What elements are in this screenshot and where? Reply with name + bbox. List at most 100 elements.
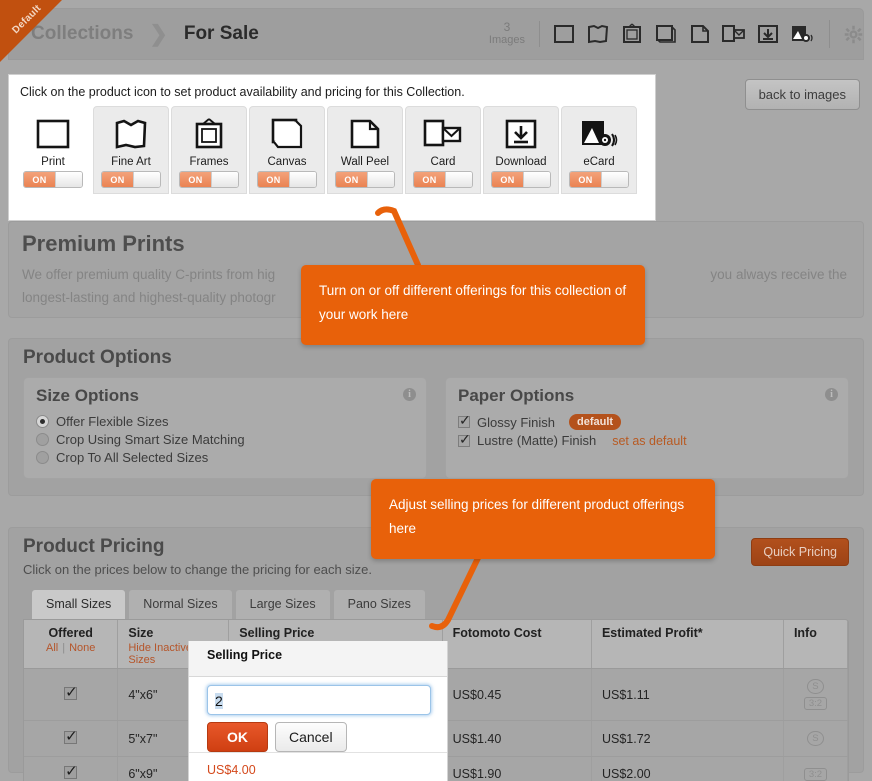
selling-price-editor-header: Selling Price — [189, 641, 447, 677]
print-icon[interactable] — [550, 22, 577, 47]
checkbox-label: Glossy Finish — [477, 414, 556, 430]
product-toggle-print[interactable]: ON — [23, 171, 83, 188]
image-count-number: 3 — [503, 20, 511, 34]
tab-pano-sizes[interactable]: Pano Sizes — [332, 589, 426, 619]
product-tile-print[interactable]: Print ON — [15, 106, 91, 194]
product-tile-ecard[interactable]: eCard ON — [561, 106, 637, 194]
toggle-on-label: ON — [414, 172, 445, 187]
frames-icon — [186, 113, 232, 155]
product-options-section: Product Options i Size Options Offer Fle… — [8, 338, 864, 496]
product-tile-label: Fine Art — [111, 156, 151, 168]
cell-offered[interactable] — [24, 668, 119, 721]
radio-offer-flexible-sizes[interactable]: Offer Flexible Sizes — [36, 414, 414, 429]
image-count: 3 Images — [481, 21, 540, 47]
product-panel-hint: Click on the product icon to set product… — [20, 85, 465, 99]
ecard-icon[interactable] — [788, 22, 815, 47]
product-toggle-ecard[interactable]: ON — [569, 171, 629, 188]
row-checkbox[interactable] — [64, 762, 78, 780]
card-icon[interactable] — [720, 22, 747, 47]
frames-icon[interactable] — [618, 22, 645, 47]
info-icon[interactable]: i — [403, 388, 416, 401]
product-toggle-wall-peel[interactable]: ON — [335, 171, 395, 188]
size-options-panel: i Size Options Offer Flexible Sizes Crop… — [23, 377, 427, 479]
set-as-default-link[interactable]: set as default — [612, 434, 686, 448]
selling-price-rows-highlight: US$4.00 US$5.00 — [189, 752, 447, 781]
col-offered: Offered All | None — [24, 620, 119, 669]
breadcrumb-collections[interactable]: Collections — [31, 23, 133, 45]
select-none-link[interactable]: None — [69, 642, 95, 654]
radio-indicator — [36, 415, 49, 428]
toggle-knob — [289, 172, 316, 187]
breadcrumb-current: For Sale — [183, 23, 259, 44]
product-tile-label: Frames — [189, 156, 229, 168]
default-badge: default — [569, 414, 622, 430]
row-checkbox[interactable] — [64, 727, 78, 745]
toggle-knob — [523, 172, 550, 187]
tab-large-sizes[interactable]: Large Sizes — [234, 589, 331, 619]
options-panels: i Size Options Offer Flexible Sizes Crop… — [9, 369, 863, 479]
premium-body-line1-tail: you always receive the — [710, 267, 847, 282]
checkbox-lustre-matte-finish[interactable]: Lustre (Matte) Finish set as default — [458, 431, 836, 448]
product-availability-panel: Click on the product icon to set product… — [8, 74, 656, 221]
radio-label: Offer Flexible Sizes — [56, 414, 169, 429]
download-icon[interactable] — [754, 22, 781, 47]
wall-peel-icon — [342, 113, 388, 155]
app-root: Collections ❯ For Sale 3 Images Default … — [0, 0, 872, 781]
card-icon — [420, 113, 466, 155]
checkbox-indicator — [458, 431, 471, 448]
radio-crop-smart-size-matching[interactable]: Crop Using Smart Size Matching — [36, 432, 414, 447]
product-tile-card[interactable]: Card ON — [405, 106, 481, 194]
fine-art-icon[interactable] — [584, 22, 611, 47]
selling-price-editor-body: 2 OK Cancel — [189, 677, 447, 752]
gear-icon — [844, 25, 863, 43]
selling-price-row-2[interactable]: US$4.00 — [189, 752, 447, 781]
settings-gear[interactable] — [829, 20, 863, 48]
cell-cost: US$1.90 — [442, 756, 592, 781]
tab-small-sizes[interactable]: Small Sizes — [31, 589, 127, 619]
badge-ratio: 3:2 — [803, 768, 828, 781]
paper-options-title: Paper Options — [458, 386, 575, 405]
radio-crop-all-selected-sizes[interactable]: Crop To All Selected Sizes — [36, 450, 414, 465]
selling-price-editor: Selling Price 2 OK Cancel US$4.00 US$5.0… — [188, 641, 448, 781]
cell-info: S 3:2 — [783, 668, 848, 721]
back-to-images-button[interactable]: back to images — [744, 79, 860, 110]
row-checkbox[interactable] — [64, 683, 78, 701]
cancel-button[interactable]: Cancel — [275, 722, 347, 752]
product-tile-frames[interactable]: Frames ON — [171, 106, 247, 194]
cell-cost: US$0.45 — [442, 668, 592, 721]
ecard-icon — [576, 113, 622, 155]
select-all-link[interactable]: All — [46, 642, 58, 654]
cell-offered[interactable] — [24, 720, 119, 757]
toggle-knob — [445, 172, 472, 187]
radio-indicator — [36, 433, 49, 446]
info-icon[interactable]: i — [825, 388, 838, 401]
tab-normal-sizes[interactable]: Normal Sizes — [128, 589, 233, 619]
selling-price-value: 2 — [215, 693, 223, 709]
cell-cost: US$1.40 — [442, 720, 592, 757]
premium-body-line1: We offer premium quality C-prints from h… — [22, 267, 276, 282]
cell-offered[interactable] — [24, 756, 119, 781]
wall-peel-icon[interactable] — [686, 22, 713, 47]
product-toggle-frames[interactable]: ON — [179, 171, 239, 188]
product-tile-canvas[interactable]: Canvas ON — [249, 106, 325, 194]
product-tile-fine-art[interactable]: Fine Art ON — [93, 106, 169, 194]
product-toggle-fine-art[interactable]: ON — [101, 171, 161, 188]
product-toggle-canvas[interactable]: ON — [257, 171, 317, 188]
callout-leader-2 — [429, 555, 481, 631]
ok-button[interactable]: OK — [207, 722, 268, 752]
product-tile-wall-peel[interactable]: Wall Peel ON — [327, 106, 403, 194]
selling-price-editor-buttons: OK Cancel — [207, 722, 437, 752]
checkbox-glossy-finish[interactable]: Glossy Finish default — [458, 412, 836, 430]
checkbox-indicator — [458, 412, 471, 429]
toggle-on-label: ON — [102, 172, 133, 187]
quick-pricing-button[interactable]: Quick Pricing — [751, 538, 849, 566]
badge-ratio: 3:2 — [803, 697, 828, 710]
product-toggle-download[interactable]: ON — [491, 171, 551, 188]
toggle-knob — [55, 172, 82, 187]
canvas-icon[interactable] — [652, 22, 679, 47]
col-offered-label: Offered — [48, 626, 93, 640]
selling-price-input[interactable]: 2 — [207, 685, 431, 715]
product-tile-download[interactable]: Download ON — [483, 106, 559, 194]
product-tile-label: eCard — [583, 156, 615, 168]
product-toggle-card[interactable]: ON — [413, 171, 473, 188]
